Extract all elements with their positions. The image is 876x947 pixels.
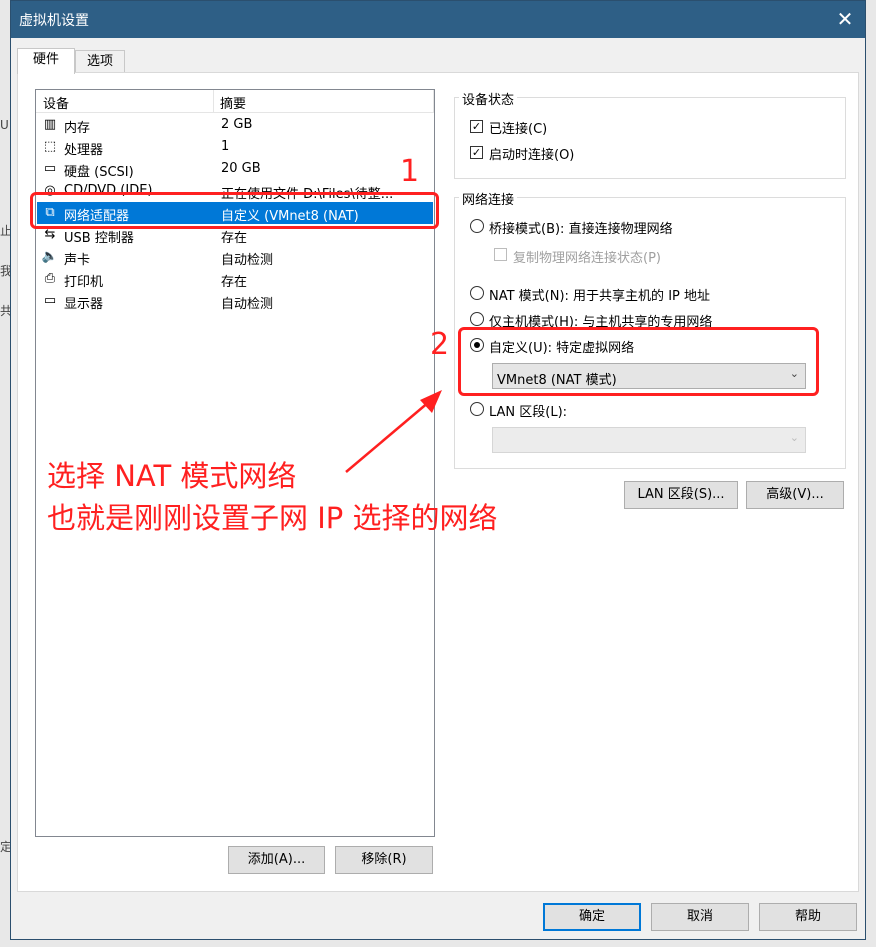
header-device[interactable]: 设备 xyxy=(43,93,69,112)
device-name: 硬盘 (SCSI) xyxy=(64,165,134,180)
annotation-text-line2: 也就是刚刚设置子网 IP 选择的网络 xyxy=(47,501,498,535)
cancel-button[interactable]: 取消 xyxy=(651,903,749,931)
network-connection-title: 网络连接 xyxy=(459,189,518,208)
column-divider xyxy=(433,90,434,112)
device-row-sound[interactable]: 🔈 声卡 自动检测 xyxy=(37,246,433,268)
device-name: 打印机 xyxy=(64,275,104,290)
annotation-text-line1: 选择 NAT 模式网络 xyxy=(47,459,297,493)
device-name: USB 控制器 xyxy=(64,231,134,246)
background-text: 止 xyxy=(0,224,10,238)
device-name: 处理器 xyxy=(64,143,104,158)
device-name: 内存 xyxy=(64,121,91,136)
annotation-box-custom xyxy=(458,327,819,396)
connect-on-power-label[interactable]: 启动时连接(O) xyxy=(489,144,574,163)
background-text: 定 xyxy=(0,840,10,854)
annotation-box-network-adapter xyxy=(30,192,439,229)
hostonly-radio[interactable] xyxy=(470,312,484,326)
usb-icon: ⇆ xyxy=(44,227,56,242)
printer-icon: ⎙ xyxy=(44,271,56,286)
chevron-down-icon: ⌄ xyxy=(789,431,799,444)
device-status-title: 设备状态 xyxy=(459,89,518,108)
device-row-printer[interactable]: ⎙ 打印机 存在 xyxy=(37,268,433,290)
bridged-radio[interactable] xyxy=(470,219,484,233)
add-device-button[interactable]: 添加(A)... xyxy=(228,846,325,874)
lan-segment-button[interactable]: LAN 区段(S)... xyxy=(624,481,738,509)
display-icon: ▭ xyxy=(43,293,57,308)
sound-icon: 🔈 xyxy=(41,249,59,264)
device-summary: 自动检测 xyxy=(221,297,274,312)
ok-button[interactable]: 确定 xyxy=(543,903,641,931)
replicate-state-label[interactable]: 复制物理网络连接状态(P) xyxy=(513,247,661,266)
lan-segment-select[interactable]: ⌄ xyxy=(492,427,806,453)
device-summary: 2 GB xyxy=(221,117,253,132)
annotation-number-2: 2 xyxy=(430,327,450,362)
background-text: U xyxy=(0,118,9,132)
tab-hardware[interactable]: 硬件 xyxy=(17,48,75,74)
device-row-memory[interactable]: ▥ 内存 2 GB xyxy=(37,114,433,136)
device-status-group xyxy=(454,97,846,179)
connected-label[interactable]: 已连接(C) xyxy=(489,118,547,137)
annotation-arrow xyxy=(345,390,442,473)
nat-radio[interactable] xyxy=(470,286,484,300)
connect-on-power-checkbox[interactable]: ✓ xyxy=(470,146,483,159)
background-text: 我 xyxy=(0,264,10,278)
device-summary: 自动检测 xyxy=(221,253,274,268)
memory-icon: ▥ xyxy=(43,117,57,132)
device-summary: 存在 xyxy=(221,275,248,290)
device-row-processor[interactable]: ⬚ 处理器 1 xyxy=(37,136,433,158)
device-summary: 存在 xyxy=(221,231,248,246)
lan-segment-radio[interactable] xyxy=(470,402,484,416)
device-row-harddisk[interactable]: ▭ 硬盘 (SCSI) 20 GB xyxy=(37,158,433,180)
device-name: 显示器 xyxy=(64,297,104,312)
annotation-arrow-line xyxy=(345,395,437,473)
lan-segment-label[interactable]: LAN 区段(L): xyxy=(489,401,567,420)
column-divider[interactable] xyxy=(213,90,214,112)
connected-checkbox[interactable]: ✓ xyxy=(470,120,483,133)
title-bar: 虚拟机设置 ✕ xyxy=(11,1,865,38)
device-row-display[interactable]: ▭ 显示器 自动检测 xyxy=(37,290,433,312)
help-button[interactable]: 帮助 xyxy=(759,903,857,931)
bridged-label[interactable]: 桥接模式(B): 直接连接物理网络 xyxy=(489,218,673,237)
close-icon[interactable]: ✕ xyxy=(831,5,859,33)
tab-options[interactable]: 选项 xyxy=(75,50,125,74)
device-name: 声卡 xyxy=(64,253,91,268)
harddisk-icon: ▭ xyxy=(43,161,57,176)
processor-icon: ⬚ xyxy=(43,139,57,154)
replicate-state-checkbox[interactable] xyxy=(494,248,507,261)
annotation-arrow-head xyxy=(420,390,442,413)
nat-label[interactable]: NAT 模式(N): 用于共享主机的 IP 地址 xyxy=(489,285,710,304)
header-summary[interactable]: 摘要 xyxy=(220,93,246,112)
advanced-button[interactable]: 高级(V)... xyxy=(746,481,844,509)
device-list-header: 设备 摘要 xyxy=(36,90,434,113)
window-title: 虚拟机设置 xyxy=(19,13,89,29)
background-text: 共 xyxy=(0,304,10,318)
annotation-number-1: 1 xyxy=(400,154,420,189)
remove-device-button[interactable]: 移除(R) xyxy=(335,846,433,874)
device-summary: 1 xyxy=(221,139,230,154)
